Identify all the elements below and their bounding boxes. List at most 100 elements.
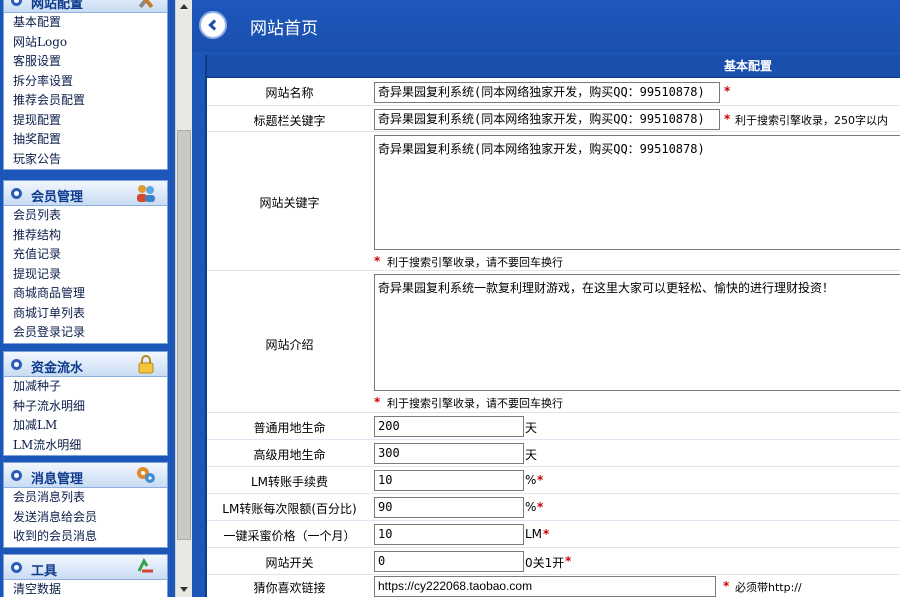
required-star: * — [724, 84, 731, 98]
required-star: * — [537, 473, 544, 487]
menu-item-shop-orders[interactable]: 商城订单列表 — [4, 304, 167, 324]
scroll-down-icon[interactable] — [180, 587, 188, 592]
menu-item-basic-config[interactable]: 基本配置 — [4, 13, 167, 33]
menu-item-referral-tree[interactable]: 推荐结构 — [4, 226, 167, 246]
required-star: * — [565, 554, 572, 568]
menu-item-lm-flow[interactable]: LM流水明细 — [4, 436, 167, 456]
menu-group-site-config: 网站配置 基本配置 网站Logo 客服设置 拆分率设置 推荐会员配置 提现配置 … — [3, 0, 168, 170]
menu-item-received-messages[interactable]: 收到的会员消息 — [4, 527, 167, 547]
menu-item-site-logo[interactable]: 网站Logo — [4, 33, 167, 53]
bullet-icon — [11, 0, 22, 6]
label-honey-price: 一键采蜜价格（一个月） — [223, 529, 356, 543]
menu-header-title: 资金流水 — [31, 361, 84, 376]
unit-days: 天 — [525, 448, 538, 462]
users-icon — [137, 185, 155, 202]
row-honey-price: 一键采蜜价格（一个月） 10 LM * — [207, 522, 900, 548]
row-title-keywords: 标题栏关键字 奇异果园复利系统(同本网络独家开发，购买QQ：99510878) … — [207, 107, 900, 132]
menu-item-shop-products[interactable]: 商城商品管理 — [4, 284, 167, 304]
scroll-up-icon[interactable] — [180, 4, 188, 9]
lm-limit-input[interactable]: 90 — [374, 497, 524, 518]
honey-price-input[interactable]: 10 — [374, 524, 524, 545]
menu-header-messages[interactable]: 消息管理 — [4, 463, 167, 488]
panel-title: 基本配置 — [207, 55, 900, 78]
unit-percent: % — [525, 473, 537, 487]
menu-item-split-rate[interactable]: 拆分率设置 — [4, 72, 167, 92]
page-title: 网站首页 — [250, 19, 318, 39]
site-name-input[interactable]: 奇异果园复利系统(同本网络独家开发，购买QQ：99510878) — [374, 82, 720, 103]
lm-fee-input[interactable]: 10 — [374, 470, 524, 491]
site-keywords-hint: 利于搜索引擎收录，请不要回车换行 — [387, 256, 563, 269]
row-lm-fee: LM转账手续费 10 % * — [207, 468, 900, 494]
menu-item-withdraw-records[interactable]: 提现记录 — [4, 265, 167, 285]
fav-link-hint: 必须带http:// — [735, 581, 802, 594]
menu-group-messages: 消息管理 会员消息列表 发送消息给会员 收到的会员消息 — [3, 462, 168, 548]
menu-header-title: 工具 — [31, 564, 58, 579]
menu-item-service-settings[interactable]: 客服设置 — [4, 52, 167, 72]
row-normal-land-life: 普通用地生命 200 天 — [207, 414, 900, 440]
gears-icon — [137, 467, 155, 483]
fav-link-input[interactable]: https://cy222068.taobao.com — [374, 576, 716, 597]
label-site-intro: 网站介绍 — [265, 338, 314, 352]
menu-item-send-message[interactable]: 发送消息给会员 — [4, 508, 167, 528]
required-star: * — [537, 500, 544, 514]
bullet-icon — [11, 470, 22, 481]
menu-item-withdraw-config[interactable]: 提现配置 — [4, 111, 167, 131]
site-switch-input[interactable]: 0 — [374, 551, 524, 572]
row-advanced-land-life: 高级用地生命 300 天 — [207, 441, 900, 467]
label-lm-fee: LM转账手续费 — [250, 475, 329, 489]
label-site-name: 网站名称 — [265, 86, 314, 100]
bullet-icon — [11, 359, 22, 370]
site-keywords-textarea[interactable]: 奇异果园复利系统(同本网络独家开发，购买QQ：99510878) — [374, 135, 900, 250]
menu-item-clear-data[interactable]: 清空数据 — [4, 580, 167, 597]
advanced-land-life-input[interactable]: 300 — [374, 443, 524, 464]
menu-header-title: 网站配置 — [31, 0, 84, 12]
site-intro-textarea[interactable]: 奇异果园复利系统一款复利理财游戏，在这里大家可以更轻松、愉快的进行理财投资！ — [374, 274, 900, 391]
menu-item-recharge-records[interactable]: 充值记录 — [4, 245, 167, 265]
label-fav-link: 猜你喜欢链接 — [253, 581, 326, 595]
menu-header-tools[interactable]: 工具 — [4, 555, 167, 580]
label-lm-limit: LM转账每次限额(百分比) — [222, 502, 357, 516]
back-arrow-icon — [208, 19, 220, 31]
row-lm-limit: LM转账每次限额(百分比) 90 % * — [207, 495, 900, 521]
menu-header-members[interactable]: 会员管理 — [4, 181, 167, 206]
menu-header-title: 会员管理 — [31, 190, 84, 205]
required-star: * — [543, 527, 550, 541]
bullet-icon — [11, 562, 22, 573]
required-star: * — [723, 579, 730, 593]
menu-header-funds[interactable]: 资金流水 — [4, 352, 167, 377]
menu-group-tools: 工具 清空数据 — [3, 554, 168, 597]
row-site-keywords: 网站关键字 奇异果园复利系统(同本网络独家开发，购买QQ：99510878) *… — [207, 133, 900, 271]
menu-item-login-records[interactable]: 会员登录记录 — [4, 323, 167, 343]
required-star: * — [724, 112, 731, 126]
lock-icon — [138, 355, 154, 374]
required-star: * — [374, 395, 381, 409]
menu-item-add-seeds[interactable]: 加减种子 — [4, 377, 167, 397]
unit-days: 天 — [525, 421, 538, 435]
scroll-thumb[interactable] — [177, 130, 191, 540]
menu-item-add-lm[interactable]: 加减LM — [4, 416, 167, 436]
title-keywords-input[interactable]: 奇异果园复利系统(同本网络独家开发，购买QQ：99510878) — [374, 109, 720, 130]
menu-item-member-list[interactable]: 会员列表 — [4, 206, 167, 226]
main-area: 网站首页 基本配置 网站名称 奇异果园复利系统(同本网络独家开发，购买QQ：99… — [192, 0, 900, 597]
menu-item-seed-flow[interactable]: 种子流水明细 — [4, 397, 167, 417]
required-star: * — [374, 254, 381, 268]
recycle-icon — [137, 557, 153, 573]
menu-item-lottery-config[interactable]: 抽奖配置 — [4, 130, 167, 150]
unit-percent: % — [525, 500, 537, 514]
sidebar-scrollbar[interactable] — [175, 0, 192, 597]
row-fav-link: 猜你喜欢链接 https://cy222068.taobao.com * 必须带… — [207, 576, 900, 597]
sidebar: 网站配置 基本配置 网站Logo 客服设置 拆分率设置 推荐会员配置 提现配置 … — [0, 0, 175, 597]
menu-item-player-notice[interactable]: 玩家公告 — [4, 150, 167, 170]
unit-lm: LM — [525, 527, 543, 541]
menu-header-site-config[interactable]: 网站配置 — [4, 0, 167, 13]
label-site-switch: 网站开关 — [265, 556, 314, 570]
menu-item-referral-config[interactable]: 推荐会员配置 — [4, 91, 167, 111]
label-title-keywords: 标题栏关键字 — [253, 114, 326, 128]
config-panel: 基本配置 网站名称 奇异果园复利系统(同本网络独家开发，购买QQ：9951087… — [205, 55, 900, 597]
title-keywords-hint: 利于搜索引擎收录，250字以内 — [735, 114, 888, 127]
back-button[interactable] — [199, 11, 227, 39]
row-site-intro: 网站介绍 奇异果园复利系统一款复利理财游戏，在这里大家可以更轻松、愉快的进行理财… — [207, 272, 900, 413]
menu-item-member-messages[interactable]: 会员消息列表 — [4, 488, 167, 508]
normal-land-life-input[interactable]: 200 — [374, 416, 524, 437]
row-site-name: 网站名称 奇异果园复利系统(同本网络独家开发，购买QQ：99510878) * — [207, 79, 900, 106]
